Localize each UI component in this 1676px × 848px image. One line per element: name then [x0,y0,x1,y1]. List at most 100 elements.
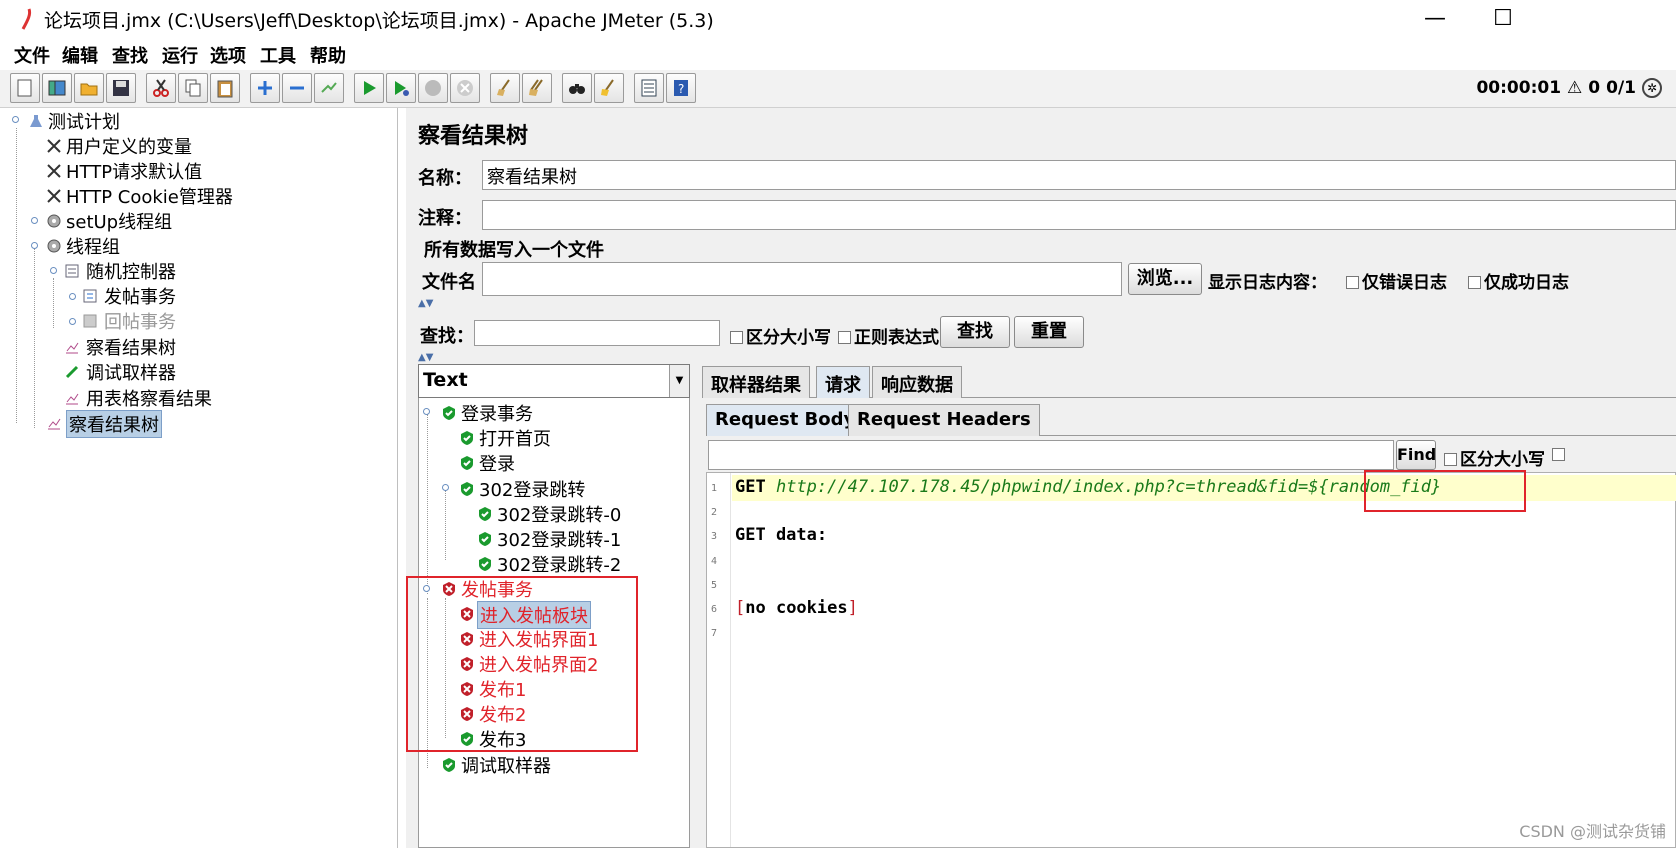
result-tabs: 取样器结果 请求 响应数据 [702,364,1676,398]
line-number: 2 [711,507,718,518]
filename-input[interactable] [482,262,1122,296]
expand-button[interactable] [250,73,280,103]
success-shield-icon [461,456,473,470]
shutdown-icon [457,80,473,96]
copy-icon [185,79,201,97]
clear-all-button[interactable] [522,73,552,103]
play-icon [364,81,376,95]
name-input[interactable]: 察看结果树 [482,160,1676,190]
warning-count: 0 [1588,78,1601,98]
find-button[interactable]: 查找 [940,316,1010,348]
line-number: 3 [711,531,718,542]
stop-icon [425,80,441,96]
minus-icon [290,86,304,90]
save-button[interactable] [106,73,136,103]
cut-button[interactable] [146,73,176,103]
regex-checkbox[interactable]: 正则表达式 [838,323,939,348]
line-number: 1 [711,483,718,494]
menu-search[interactable]: 查找 [112,42,148,68]
reset-button[interactable]: 重置 [1014,316,1084,348]
thread-count: 0/1 [1606,78,1636,98]
jmeter-feather-icon [21,8,32,30]
comment-label: 注释： [418,208,472,229]
tab-sampler-result[interactable]: 取样器结果 [702,366,810,398]
shutdown-button[interactable] [450,73,480,103]
only-success-checkbox[interactable]: 仅成功日志 [1468,268,1569,293]
save-icon [113,80,129,96]
line-number: 7 [711,628,718,639]
warning-icon: ⚠ [1567,78,1583,98]
editor-regex-checkbox[interactable] [1552,445,1568,465]
menu-tools[interactable]: 工具 [260,42,296,68]
reset-search-button[interactable] [594,73,624,103]
code-line-3: GET data: [735,525,828,545]
editor-find-button[interactable]: Find [1396,440,1436,470]
open-button[interactable] [74,73,104,103]
title-bar: 论坛项目.jmx (C:\Users\Jeff\Desktop\论坛项目.jmx… [0,0,1676,38]
line-number: 6 [711,604,718,615]
annotation-box-random-fid [1364,470,1526,512]
list-icon [641,79,657,97]
stop-button[interactable] [418,73,448,103]
help-button[interactable]: ? [666,73,696,103]
filename-label: 文件名 [422,272,476,293]
search-input[interactable] [474,320,720,346]
line-number: 5 [711,580,718,591]
toggle-icon [321,82,337,93]
minimize-button[interactable]: — [1412,4,1458,34]
paste-icon [217,80,233,98]
tab-request-body[interactable]: Request Body [706,404,865,436]
start-no-pause-button[interactable] [386,73,416,103]
toggle-button[interactable] [314,73,344,103]
tab-response-data[interactable]: 响应数据 [872,366,962,398]
menu-bar: 文件 编辑 查找 运行 选项 工具 帮助 [0,38,1676,70]
broom-icon [497,79,510,96]
menu-help[interactable]: 帮助 [310,42,346,68]
chart-icon [66,393,79,405]
tab-request-headers[interactable]: Request Headers [848,404,1040,436]
case-sensitive-checkbox[interactable]: 区分大小写 [730,323,831,348]
clear-button[interactable] [490,73,520,103]
wrench-icon [47,189,61,203]
menu-options[interactable]: 选项 [210,42,246,68]
success-shield-icon [443,758,455,772]
function-helper-button[interactable] [634,73,664,103]
comment-input[interactable] [482,200,1676,230]
request-body-editor[interactable]: 1 2 3 4 5 6 7 GET http://47.107.178.45/p… [706,472,1676,848]
code-line-6: [no cookies] [735,598,858,618]
renderer-select[interactable]: Text ▼ [418,364,690,398]
copy-button[interactable] [178,73,208,103]
only-errors-checkbox[interactable]: 仅错误日志 [1346,268,1447,293]
menu-edit[interactable]: 编辑 [62,42,98,68]
templates-button[interactable] [42,73,72,103]
browse-button[interactable]: 浏览... [1128,263,1202,295]
start-button[interactable] [354,73,384,103]
chart-icon [66,342,79,354]
editor-case-checkbox[interactable]: 区分大小写 [1444,445,1545,470]
menu-file[interactable]: 文件 [14,42,50,68]
search-button[interactable] [562,73,592,103]
chevron-down-icon: ▼ [669,365,689,397]
new-button[interactable] [10,73,40,103]
binoculars-icon [569,84,585,94]
success-shield-icon [479,532,491,546]
file-group-title: 所有数据写入一个文件 [424,240,604,261]
panel-title: 察看结果树 [418,124,529,149]
test-plan-tree: 测试计划 用户定义的变量 HTTP请求默认值 HTTP Cookie管理器 se… [8,108,398,848]
paste-button[interactable] [210,73,240,103]
plus-icon [258,81,272,95]
pen-icon [65,365,79,379]
split-arrows-icon[interactable]: ▲▼ [418,298,433,309]
editor-find-input[interactable] [708,440,1394,470]
elapsed-time: 00:00:01 [1476,78,1562,98]
tab-request[interactable]: 请求 [816,366,870,398]
success-shield-icon [479,557,491,571]
play-no-pause-icon [395,81,409,96]
broom-all-icon [529,79,543,96]
maximize-button[interactable]: ☐ [1480,4,1526,34]
split-arrows-icon-2[interactable]: ▲▼ [418,352,433,363]
wrench-icon [47,164,61,178]
transaction-icon [83,289,97,303]
menu-run[interactable]: 运行 [162,42,198,68]
collapse-button[interactable] [282,73,312,103]
